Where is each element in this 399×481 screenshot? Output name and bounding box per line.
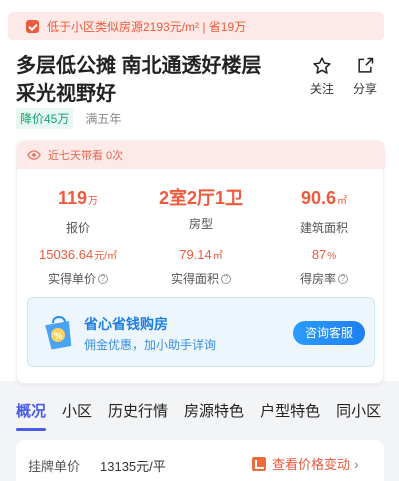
stat-area: 90.6㎡ 建筑面积 bbox=[263, 187, 385, 236]
eye-icon bbox=[27, 150, 41, 160]
viewed-text: 近七天带看 0次 bbox=[48, 150, 124, 162]
price-promo-banner[interactable]: 低于小区类似房源2193元/m² | 省19万 bbox=[8, 12, 384, 40]
question-icon[interactable]: ? bbox=[98, 273, 108, 284]
price-label: 报价 bbox=[65, 221, 90, 235]
star-icon bbox=[313, 57, 331, 74]
consult-button[interactable]: 咨询客服 bbox=[293, 321, 365, 345]
real-area-label: 实得面积 bbox=[170, 272, 219, 286]
tab-community[interactable]: 小区 bbox=[62, 400, 92, 426]
listing-price-label: 挂牌单价 bbox=[28, 459, 81, 474]
follow-button[interactable]: 关注 bbox=[305, 56, 339, 97]
section-tabs: 概况 小区 历史行情 房源特色 户型特色 同小区 bbox=[0, 400, 399, 431]
tab-layout[interactable]: 户型特色 bbox=[260, 400, 320, 426]
real-area-value: 79.14 bbox=[179, 247, 212, 262]
share-icon bbox=[358, 57, 374, 73]
layout-value: 2室2厅1卫 bbox=[158, 188, 244, 208]
share-button[interactable]: 分享 bbox=[348, 56, 382, 97]
listing-price-card: 挂牌单价 13135元/平 查看价格变动 › bbox=[16, 440, 384, 481]
chevron-right-icon: › bbox=[354, 455, 359, 472]
share-label: 分享 bbox=[352, 82, 377, 96]
shopping-bag-icon: % bbox=[45, 315, 72, 350]
unit-price-value: 15036.64 bbox=[38, 247, 94, 262]
tab-same-community[interactable]: 同小区 bbox=[336, 400, 381, 426]
chart-icon bbox=[252, 456, 266, 471]
service-subtitle: 佣金优惠，加小助手详询 bbox=[84, 338, 217, 352]
service-banner[interactable]: % 省心省钱购房 佣金优惠，加小助手详询 咨询客服 bbox=[27, 297, 375, 367]
promo-text: 低于小区类似房源2193元/m² | 省19万 bbox=[47, 19, 247, 34]
price-trend-link[interactable]: 查看价格变动 › bbox=[252, 454, 359, 473]
layout-label: 房型 bbox=[188, 217, 213, 231]
tab-features[interactable]: 房源特色 bbox=[184, 400, 244, 426]
stat-layout: 2室2厅1卫 房型 bbox=[140, 187, 262, 232]
stat-ratio[interactable]: 87% 得房率? bbox=[263, 247, 385, 287]
service-title: 省心省钱购房 bbox=[84, 316, 168, 332]
question-icon[interactable]: ? bbox=[338, 273, 348, 284]
question-icon[interactable]: ? bbox=[221, 273, 231, 284]
five-year-tag: 满五年 bbox=[85, 112, 122, 126]
price-unit: 万 bbox=[88, 196, 99, 207]
area-label: 建筑面积 bbox=[299, 221, 348, 235]
tab-history[interactable]: 历史行情 bbox=[108, 400, 168, 426]
stats-panel: 近七天带看 0次 119万 报价 2室2厅1卫 房型 90.6㎡ 建筑面积 15… bbox=[16, 140, 385, 384]
price-value: 119 bbox=[57, 188, 88, 208]
follow-label: 关注 bbox=[309, 82, 334, 96]
unit-price-unit: 元/㎡ bbox=[94, 251, 117, 262]
stat-price: 119万 报价 bbox=[17, 187, 139, 236]
viewed-banner: 近七天带看 0次 bbox=[17, 141, 385, 169]
down-arrow-icon bbox=[26, 19, 39, 33]
stat-unit-price[interactable]: 15036.64元/㎡ 实得单价? bbox=[17, 247, 139, 287]
area-unit: ㎡ bbox=[337, 196, 348, 207]
real-area-unit: ㎡ bbox=[212, 251, 223, 262]
unit-price-label: 实得单价 bbox=[47, 272, 96, 286]
ratio-unit: % bbox=[327, 251, 337, 262]
stat-real-area[interactable]: 79.14㎡ 实得面积? bbox=[140, 247, 262, 287]
svg-text:%: % bbox=[53, 332, 62, 342]
ratio-label: 得房率 bbox=[299, 272, 336, 286]
price-trend-label: 查看价格变动 bbox=[272, 457, 351, 472]
ratio-value: 87 bbox=[311, 247, 327, 262]
listing-price-value: 13135元/平 bbox=[100, 459, 166, 474]
listing-title: 多层低公摊 南北通透好楼层 采光视野好 bbox=[16, 55, 262, 105]
area-value: 90.6 bbox=[300, 188, 337, 208]
price-drop-tag: 降价45万 bbox=[16, 108, 74, 129]
listing-tags: 降价45万 满五年 bbox=[16, 108, 121, 129]
tab-overview[interactable]: 概况 bbox=[16, 400, 47, 431]
